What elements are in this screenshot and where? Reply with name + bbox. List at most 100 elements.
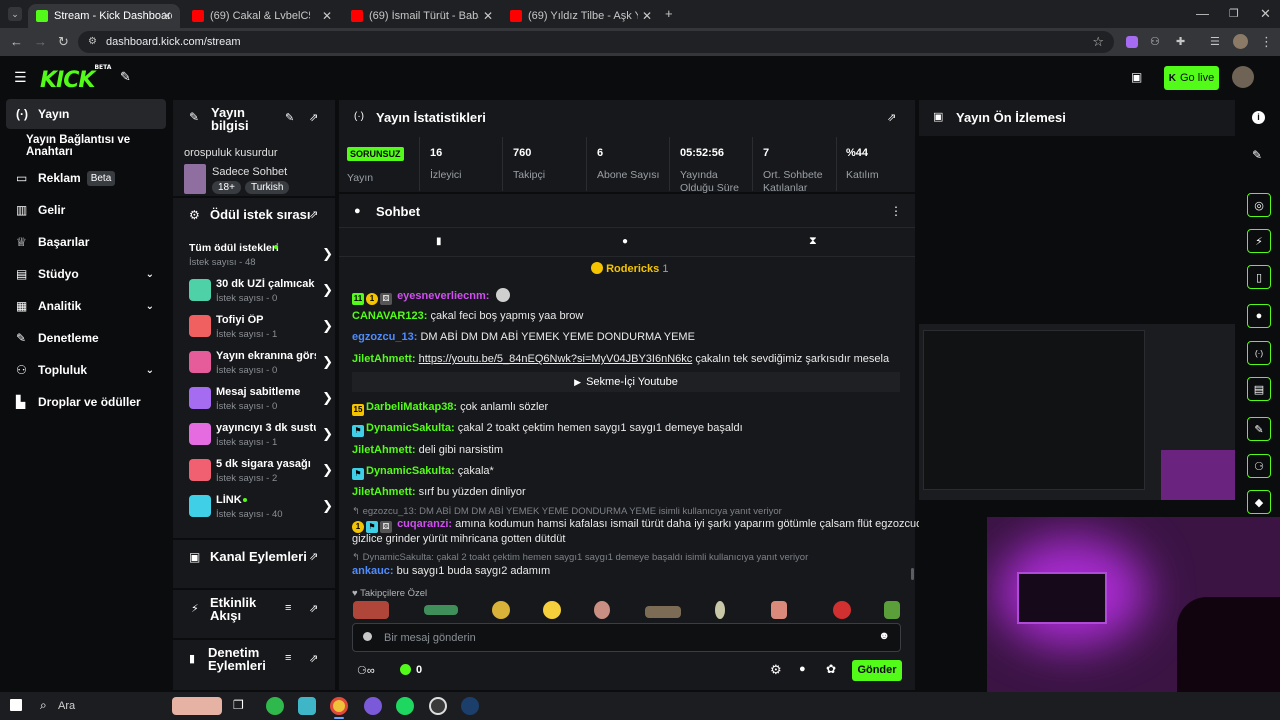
popout-icon[interactable]: ⇗	[309, 111, 318, 124]
info-icon[interactable]: i	[1252, 111, 1265, 124]
settings-gear-icon[interactable]: ⚙	[770, 662, 782, 678]
emote-icon[interactable]	[833, 601, 851, 619]
focus-icon[interactable]: ◎	[1247, 193, 1271, 217]
document-icon[interactable]: ▯	[1247, 265, 1271, 289]
sidebar-item-denetleme[interactable]: ✎ Denetleme	[6, 323, 166, 353]
reward-item[interactable]: 30 dk UZİ çalmıcak İstek sayısı - 0 ❯	[189, 276, 335, 310]
hamburger-icon[interactable]: ☰	[14, 70, 27, 84]
forward-icon[interactable]: →	[34, 35, 47, 49]
extensions-puzzle-icon[interactable]: ✚	[1176, 35, 1185, 49]
gem-icon[interactable]: ◆	[1247, 490, 1271, 514]
popout-icon[interactable]: ⇗	[309, 602, 318, 615]
reward-item[interactable]: yayıncıyı 3 dk sustur İstek sayısı - 1 ❯	[189, 420, 335, 454]
sidebar-item-yayin[interactable]: (·) Yayın	[6, 99, 166, 129]
sidebar-item-droplar[interactable]: ▙ Droplar ve ödüller	[6, 387, 166, 417]
reward-item[interactable]: Tofiyi ÖP İstek sayısı - 1 ❯	[189, 312, 335, 346]
chat-link[interactable]: https://youtu.be/5_84nEQ6Nwk?si=MyV04JBY…	[419, 353, 693, 365]
edit-pencil-icon[interactable]: ✎	[1252, 148, 1262, 162]
close-tab-icon[interactable]: ✕	[642, 9, 652, 23]
task-view-icon[interactable]: ❐	[233, 698, 244, 712]
sidebar-item-basarilar[interactable]: ♕ Başarılar	[6, 227, 166, 257]
emote-icon[interactable]	[424, 605, 458, 615]
url-field[interactable]: ⚙ dashboard.kick.com/stream ☆	[78, 31, 1114, 53]
close-window-icon[interactable]: ✕	[1260, 7, 1271, 21]
reward-all-item[interactable]: Tüm ödül istekleri İstek sayısı - 48 ❯	[189, 240, 335, 274]
send-button[interactable]: Gönder	[852, 660, 902, 681]
popout-icon[interactable]: ⇗	[309, 550, 318, 563]
search-highlight-image[interactable]	[172, 697, 222, 715]
minimize-icon[interactable]: —	[1196, 7, 1209, 21]
chat-scrollbar[interactable]	[911, 568, 914, 580]
close-tab-icon[interactable]: ✕	[483, 9, 493, 23]
app-icon[interactable]	[364, 697, 382, 715]
tab-search-icon[interactable]: ⌄	[8, 7, 22, 21]
emote-icon[interactable]	[594, 601, 610, 619]
reward-item[interactable]: Yayın ekranına görs...İstek sayısı - 0❯	[189, 348, 335, 382]
taskbar-search[interactable]: Ara	[58, 700, 75, 712]
reward-item[interactable]: Mesaj sabitleme İstek sayısı - 0 ❯	[189, 384, 335, 418]
trash-icon[interactable]: ▮	[436, 236, 442, 247]
chat-menu-icon[interactable]: ⋮	[890, 204, 902, 218]
user-avatar[interactable]	[1232, 66, 1254, 88]
back-icon[interactable]: ←	[10, 35, 23, 49]
kick-logo[interactable]: KICKBETA	[40, 64, 111, 93]
bolt-icon[interactable]: ⚡	[1247, 229, 1271, 253]
browser-tab-2[interactable]: (69) Cakal & LvbelC5 – JET ✕	[184, 4, 340, 28]
obs-icon[interactable]	[429, 697, 447, 715]
sidebar-item-analitik[interactable]: ▦ Analitik ⌄	[6, 291, 166, 321]
emote-icon[interactable]	[771, 601, 787, 619]
app-icon[interactable]	[266, 697, 284, 715]
reload-icon[interactable]: ↻	[58, 35, 69, 49]
popout-icon[interactable]: ⇗	[309, 208, 318, 221]
menu-dots-icon[interactable]: ⋮	[1260, 35, 1273, 49]
tab-search-list-icon[interactable]: ☰	[1210, 35, 1220, 49]
points-icon[interactable]: ⚆∞	[357, 664, 375, 677]
browser-tab-3[interactable]: (69) İsmail Türüt - Babasından ✕	[343, 4, 501, 28]
popout-icon[interactable]: ⇗	[309, 652, 318, 665]
reward-item[interactable]: 5 dk sigara yasağı İstek sayısı - 2 ❯	[189, 456, 335, 490]
steam-icon[interactable]	[461, 697, 479, 715]
sidebar-item-stream-key[interactable]: Yayın Bağlantısı ve Anahtarı	[6, 131, 166, 161]
spotify-icon[interactable]	[396, 697, 414, 715]
go-live-button[interactable]: K Go live	[1164, 66, 1219, 90]
edit-pencil-icon[interactable]: ✎	[285, 111, 294, 124]
points-icon[interactable]: ⚆	[1247, 454, 1271, 478]
chat-input[interactable]: Bir mesaj gönderin ☻	[352, 623, 901, 652]
layout-icon[interactable]: ▤	[1247, 377, 1271, 401]
close-tab-icon[interactable]: ✕	[322, 9, 332, 23]
chat-bubble-icon[interactable]: ●	[1247, 304, 1271, 328]
profile-avatar[interactable]	[1233, 34, 1248, 49]
sidebar-item-gelir[interactable]: ▥ Gelir	[6, 195, 166, 225]
app-icon[interactable]	[298, 697, 316, 715]
new-tab-icon[interactable]: +	[665, 7, 673, 21]
gamepad-icon[interactable]: ⚇	[1150, 35, 1160, 49]
youtube-inline-button[interactable]: ▶ Sekme-İçi Youtube	[352, 372, 900, 392]
restore-icon[interactable]: ❐	[1229, 7, 1239, 21]
gift-icon[interactable]: ✿	[826, 662, 836, 676]
windows-start-icon[interactable]	[10, 699, 22, 711]
hourglass-icon[interactable]: ⧗	[809, 235, 817, 248]
filter-icon[interactable]: ≡	[285, 652, 291, 664]
sidebar-item-reklam[interactable]: ▭ Reklam Beta	[6, 163, 166, 193]
close-tab-icon[interactable]: ✕	[162, 9, 172, 23]
screen-share-icon[interactable]: ▣	[1131, 70, 1142, 84]
emote-icon[interactable]	[884, 601, 900, 619]
browser-tab-4[interactable]: (69) Yıldız Tilbe - Aşk Yok Olma ✕	[502, 4, 660, 28]
search-icon[interactable]: ⌕	[40, 698, 47, 713]
broadcast-icon[interactable]: (·)	[1247, 341, 1271, 365]
popout-icon[interactable]: ⇗	[887, 111, 896, 124]
extension-icon[interactable]	[1126, 36, 1138, 48]
emoji-icon[interactable]: ☻	[878, 630, 890, 642]
preview-video[interactable]	[919, 324, 1235, 500]
bookmark-star-icon[interactable]: ☆	[1092, 34, 1104, 50]
emote-icon[interactable]	[543, 601, 561, 619]
reward-item[interactable]: LİNK İstek sayısı - 40 ❯	[189, 492, 335, 526]
site-info-icon[interactable]: ⚙	[88, 36, 97, 47]
emote-picker-icon[interactable]	[363, 632, 372, 641]
wrench-icon[interactable]: ✎	[1247, 417, 1271, 441]
emote-icon[interactable]	[353, 601, 389, 619]
chat-bubble-icon[interactable]: ●	[799, 663, 806, 675]
browser-tab-1[interactable]: Stream - Kick Dashboard ✕	[28, 4, 180, 28]
sidebar-item-studyo[interactable]: ▤ Stüdyo ⌄	[6, 259, 166, 289]
emote-icon[interactable]	[645, 606, 681, 618]
